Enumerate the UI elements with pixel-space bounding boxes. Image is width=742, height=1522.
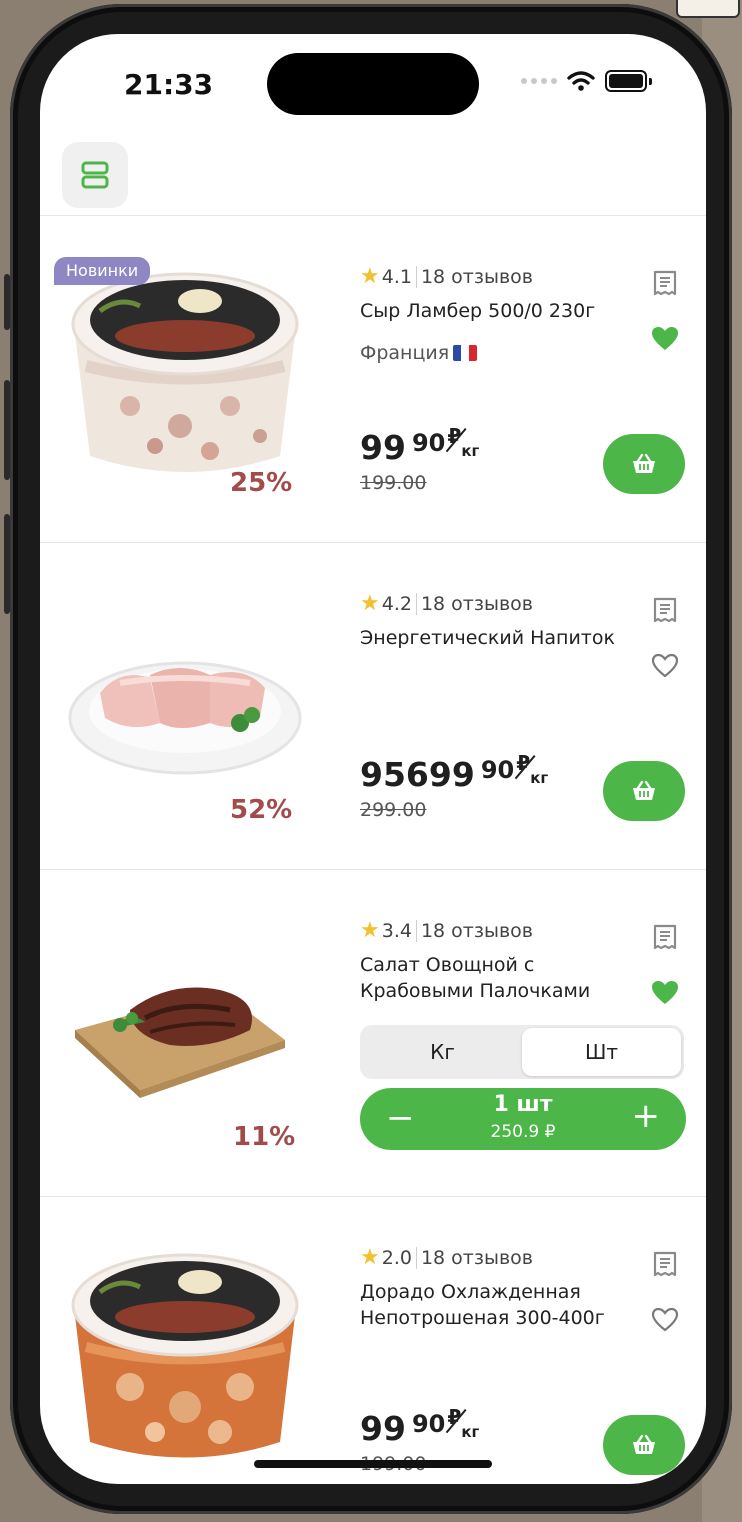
price: 99 90 ₽ кг [360,424,480,467]
rating-value: 3.4 [381,919,412,942]
wifi-icon [567,71,595,91]
star-icon: ★ [360,1245,380,1270]
dynamic-island [267,53,479,115]
receipt-icon[interactable] [653,1251,677,1277]
battery-icon [605,70,647,92]
rating-value: 2.0 [381,1246,412,1269]
rating-row: ★ 3.4 18 отзывов [360,918,533,943]
old-price: 299.00 [360,799,427,821]
product-country: Франция [360,342,478,364]
receipt-icon[interactable] [653,270,677,296]
add-to-cart-button[interactable] [603,1415,685,1475]
basket-icon [633,780,655,800]
marinated-meat-container-icon [71,272,299,472]
favorite-heart-filled-icon[interactable] [651,326,679,352]
product-title[interactable]: Дорадо Охлажденная Непотрошеная 300-400г [360,1279,630,1331]
quantity-stepper: − 1 шт 250.9 ₽ + [360,1088,686,1150]
app-screen: 21:33 Новинки 25% ★ 4.1 18 отзывов Сыр Л… [40,34,706,1484]
old-price: 199.00 [360,472,427,494]
rating-row: ★ 4.1 18 отзывов [360,264,533,289]
steak-board-icon [75,987,285,1098]
signal-icon [521,78,557,84]
star-icon: ★ [360,591,380,616]
meat-rolls-plate-icon [68,661,302,775]
product-image[interactable] [60,583,310,823]
rating-value: 4.2 [381,592,412,615]
discount-label: 25% [230,468,293,498]
home-indicator[interactable] [254,1460,492,1468]
add-to-cart-button[interactable] [603,434,685,494]
discount-label: 52% [230,795,293,825]
status-icons [521,70,652,92]
new-badge: Новинки [54,257,151,285]
reviews-link[interactable]: 18 отзывов [421,266,533,288]
receipt-icon[interactable] [653,597,677,623]
product-title[interactable]: Сыр Ламбер 500/0 230г [360,298,630,324]
product-card[interactable]: 11% ★ 3.4 18 отзывов Салат Овощной с Кра… [40,870,706,1197]
product-card[interactable]: Новинки 25% ★ 4.1 18 отзывов Сыр Ламбер … [40,216,706,543]
view-toggle-button[interactable] [62,142,128,208]
increase-quantity-button[interactable]: + [632,1096,661,1136]
unit-option-kg[interactable]: Кг [363,1028,522,1076]
favorite-heart-outline-icon[interactable] [651,653,679,679]
marinated-meat-container-icon [71,1253,299,1458]
product-card[interactable]: 52% ★ 4.2 18 отзывов Энергетический Напи… [40,543,706,870]
star-icon: ★ [360,264,380,289]
france-flag-icon [453,345,478,361]
status-time: 21:33 [124,68,214,101]
product-list: Новинки 25% ★ 4.1 18 отзывов Сыр Ламбер … [40,216,706,1484]
product-title[interactable]: Энергетический Напиток [360,625,630,651]
price: 99 90 ₽ кг [360,1405,480,1448]
discount-label: 11% [233,1122,296,1152]
product-title[interactable]: Салат Овощной с Крабовыми Палочками [360,952,630,1004]
unit-switch: Кг Шт [360,1025,684,1079]
product-image[interactable] [60,910,310,1150]
star-icon: ★ [360,918,380,943]
favorite-heart-outline-icon[interactable] [651,1307,679,1333]
price: 95699 90 ₽ кг [360,751,549,794]
rating-row: ★ 4.2 18 отзывов [360,591,533,616]
product-image[interactable] [60,1237,310,1477]
basket-icon [633,453,655,473]
rating-value: 4.1 [381,265,412,288]
product-image[interactable] [60,256,310,496]
product-card[interactable]: ★ 2.0 18 отзывов Дорадо Охлажденная Непо… [40,1197,706,1484]
unit-option-pcs[interactable]: Шт [522,1028,681,1076]
add-to-cart-button[interactable] [603,761,685,821]
rating-row: ★ 2.0 18 отзывов [360,1245,533,1270]
reviews-link[interactable]: 18 отзывов [421,920,533,942]
basket-icon [633,1434,655,1454]
favorite-heart-filled-icon[interactable] [651,980,679,1006]
reviews-link[interactable]: 18 отзывов [421,1247,533,1269]
reviews-link[interactable]: 18 отзывов [421,593,533,615]
list-view-icon [81,161,109,189]
receipt-icon[interactable] [653,924,677,950]
